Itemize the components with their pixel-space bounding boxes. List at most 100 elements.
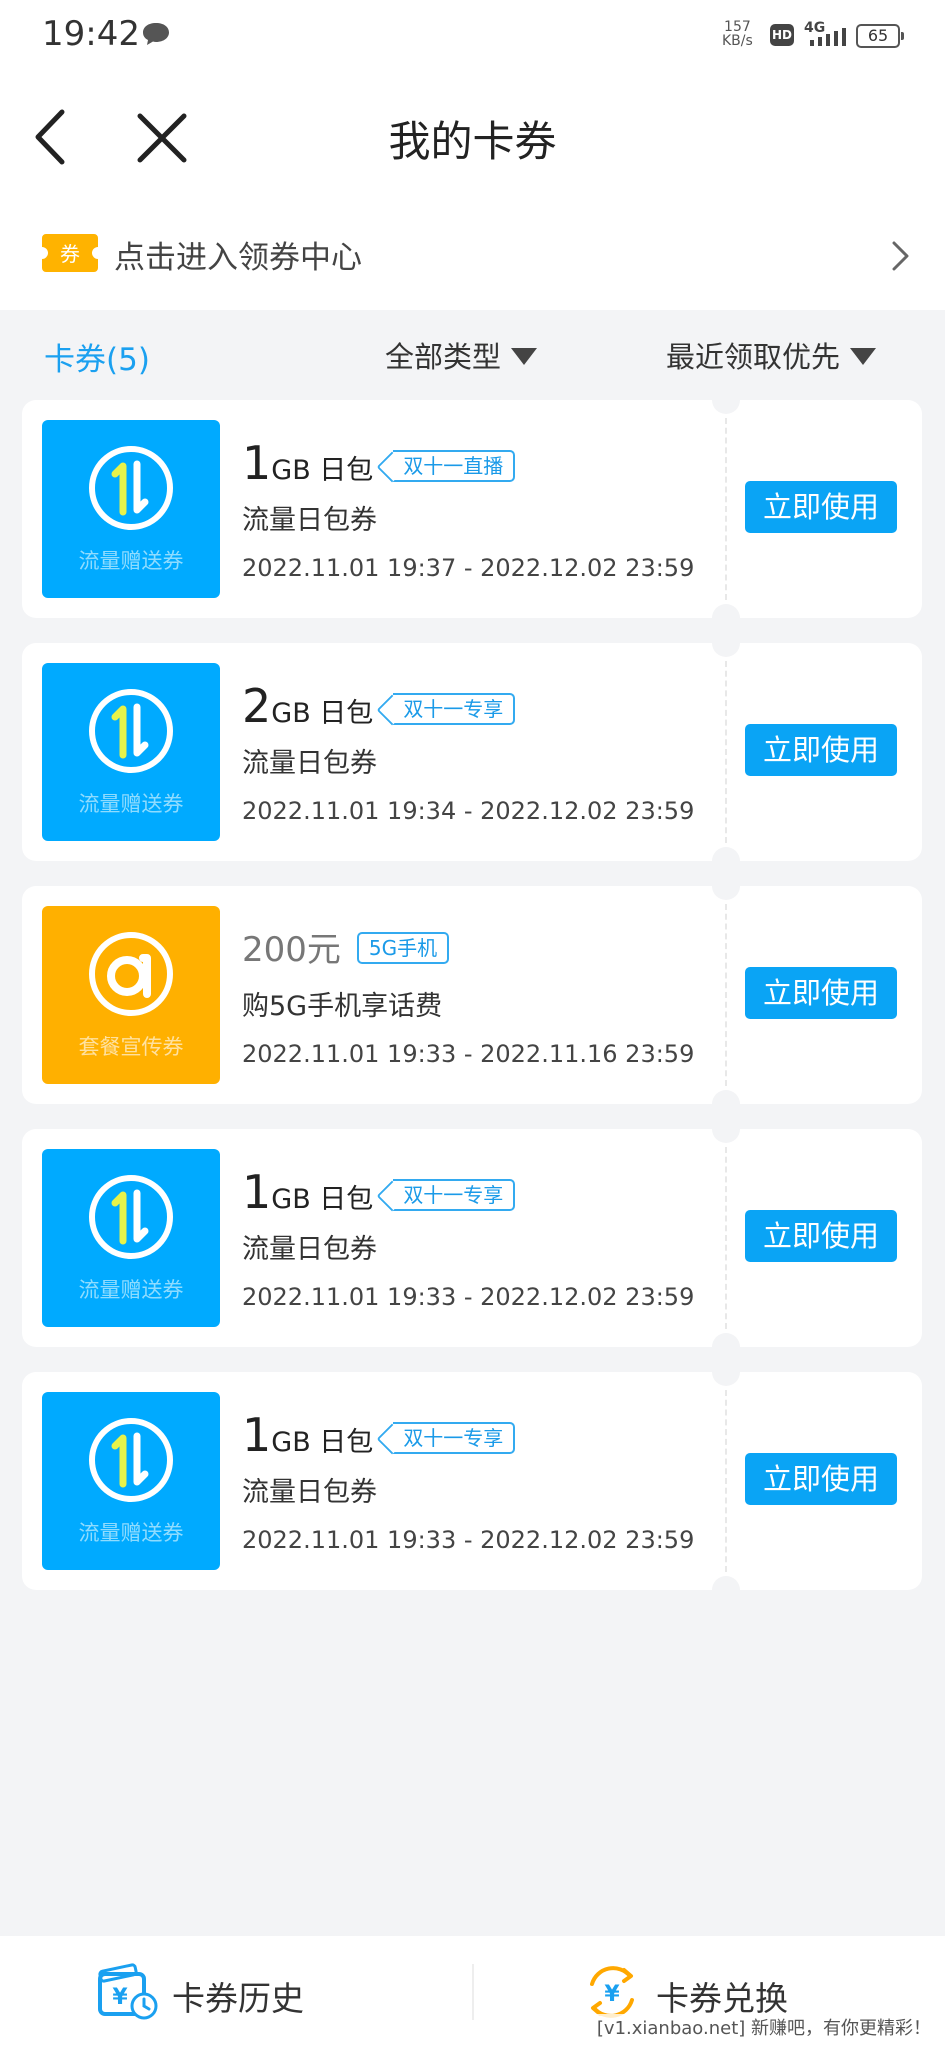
coupon-history-icon: ¥ (98, 1963, 158, 2020)
card-notch (712, 847, 740, 875)
coupon-unit: GB 日包 (271, 698, 374, 729)
coupon-kind: 流量赠送券 (78, 1521, 184, 1545)
coupon-card: 流量赠送券 1GB 日包 双十一直播 流量日包券 2022.11.01 19:37… (22, 386, 922, 632)
coupon-validity: 2022.11.01 19:37 - 2022.12.02 23:59 (242, 554, 695, 582)
coupon-name: 流量日包券 (242, 748, 377, 779)
coupon-tag: 双十一直播 (393, 450, 516, 482)
coupon-tag-text: 5G手机 (368, 936, 438, 960)
card-notch (712, 386, 740, 414)
message-icon (143, 23, 169, 45)
coupon-amount: 1 (242, 1408, 272, 1462)
chevron-right-icon (892, 241, 909, 271)
card-notch (712, 1576, 740, 1604)
card-notch (712, 1358, 740, 1386)
data-flow-icon (89, 446, 173, 530)
coupon-thumbnail: 套餐宣传券 (42, 906, 220, 1084)
sort-label: 最近领取优先 (666, 340, 841, 374)
coupon-thumbnail: 流量赠送券 (42, 663, 220, 841)
coupon-name: 流量日包券 (242, 1234, 377, 1265)
coupon-card: 流量赠送券 1GB 日包 双十一专享 流量日包券 2022.11.01 19:33… (22, 1358, 922, 1604)
watermark: [v1.xianbao.net] 新赚吧，有你更精彩！ (596, 2014, 931, 2040)
coupon-name: 流量日包券 (242, 1477, 377, 1508)
coupon-name: 购5G手机享话费 (242, 991, 443, 1022)
page-header: 我的卡券 (0, 72, 945, 202)
caret-down-icon (511, 348, 538, 365)
plan-coupon-icon (89, 932, 173, 1016)
type-filter-dropdown[interactable]: 全部类型 (385, 334, 538, 376)
ticket-icon: 券 (42, 234, 98, 272)
use-now-button[interactable]: 立即使用 (745, 967, 897, 1019)
card-divider (725, 1390, 727, 1572)
card-divider (725, 904, 727, 1086)
card-notch (712, 1115, 740, 1143)
hd-icon: HD (770, 24, 794, 46)
history-symbol: ¥ (112, 1985, 128, 2010)
card-notch (712, 604, 740, 632)
tab-coupons[interactable]: 卡券(5) (44, 334, 150, 379)
coupon-tag: 双十一专享 (393, 1422, 516, 1454)
coupon-card: 流量赠送券 1GB 日包 双十一专享 流量日包券 2022.11.01 19:33… (22, 1115, 922, 1361)
status-bar: 19:42 157 KB/s HD 4G 65 (0, 0, 945, 72)
coupon-kind: 流量赠送券 (78, 1278, 184, 1302)
coupon-validity: 2022.11.01 19:34 - 2022.12.02 23:59 (242, 797, 695, 825)
card-notch (712, 629, 740, 657)
coupon-unit: GB 日包 (271, 455, 374, 486)
card-notch (712, 1333, 740, 1361)
coupon-card: 套餐宣传券 200元 5G手机 购5G手机享话费 2022.11.01 19:33… (22, 872, 922, 1118)
coupon-thumbnail: 流量赠送券 (42, 420, 220, 598)
speed-value: 157 (724, 19, 751, 35)
page-title: 我的卡券 (388, 117, 557, 166)
battery-icon: 65 (856, 24, 904, 48)
coupon-amount: 200元 (242, 930, 341, 970)
data-flow-icon (89, 1175, 173, 1259)
coupon-tag-text: 双十一直播 (403, 454, 504, 478)
coupon-name: 流量日包券 (242, 505, 377, 536)
card-notch (712, 1090, 740, 1118)
filter-bar: 卡券(5) 全部类型 最近领取优先 (0, 310, 945, 398)
coupon-amount-row: 200元 5G手机 (242, 922, 450, 972)
coupon-amount-row: 1GB 日包 双十一直播 (242, 436, 516, 490)
data-flow-icon (89, 1418, 173, 1502)
coupon-card: 流量赠送券 2GB 日包 双十一专享 流量日包券 2022.11.01 19:34… (22, 629, 922, 875)
caret-down-icon (850, 348, 877, 365)
card-divider (725, 418, 727, 600)
coupon-validity: 2022.11.01 19:33 - 2022.12.02 23:59 (242, 1526, 695, 1554)
coupon-kind: 套餐宣传券 (78, 1035, 184, 1059)
coupon-tag-text: 双十一专享 (403, 1426, 504, 1450)
coupon-tag: 双十一专享 (393, 693, 516, 725)
coupon-amount-row: 1GB 日包 双十一专享 (242, 1165, 516, 1219)
type-filter-label: 全部类型 (385, 340, 502, 374)
coupon-amount: 1 (242, 1165, 272, 1219)
coupon-thumbnail: 流量赠送券 (42, 1392, 220, 1570)
network-speed: 157 KB/s (722, 20, 753, 48)
card-divider (725, 661, 727, 843)
coupon-tag-text: 双十一专享 (403, 1183, 504, 1207)
use-now-button[interactable]: 立即使用 (745, 724, 897, 776)
coupon-amount: 1 (242, 436, 272, 490)
use-now-button[interactable]: 立即使用 (745, 1453, 897, 1505)
data-flow-icon (89, 689, 173, 773)
use-now-button[interactable]: 立即使用 (745, 1210, 897, 1262)
card-notch (712, 872, 740, 900)
coupon-validity: 2022.11.01 19:33 - 2022.12.02 23:59 (242, 1283, 695, 1311)
coupon-amount: 2 (242, 679, 272, 733)
speed-unit: KB/s (722, 33, 753, 49)
coupon-thumbnail: 流量赠送券 (42, 1149, 220, 1327)
coupon-kind: 流量赠送券 (78, 792, 184, 816)
status-time: 19:42 (42, 14, 140, 54)
coupon-unit: GB 日包 (271, 1184, 374, 1215)
use-now-button[interactable]: 立即使用 (745, 481, 897, 533)
coupon-history-label: 卡券历史 (172, 1979, 304, 2018)
coupon-exchange-label: 卡券兑换 (656, 1979, 788, 2018)
coupon-center-link[interactable]: 券 点击进入领券中心 (0, 202, 945, 310)
coupon-unit: GB 日包 (271, 1427, 374, 1458)
bottom-bar: ¥ 卡券历史 ¥ 卡券兑换 [v1.xianbao.net] 新赚吧，有你更精彩… (0, 1936, 945, 2048)
coupon-validity: 2022.11.01 19:33 - 2022.11.16 23:59 (242, 1040, 695, 1068)
coupon-center-label: 点击进入领券中心 (114, 240, 362, 276)
sort-dropdown[interactable]: 最近领取优先 (666, 334, 877, 376)
card-divider (725, 1147, 727, 1329)
coupon-tag-text: 双十一专享 (403, 697, 504, 721)
ticket-badge-text: 券 (60, 242, 80, 266)
coupon-amount-row: 1GB 日包 双十一专享 (242, 1408, 516, 1462)
coupon-tag: 5G手机 (356, 932, 450, 964)
